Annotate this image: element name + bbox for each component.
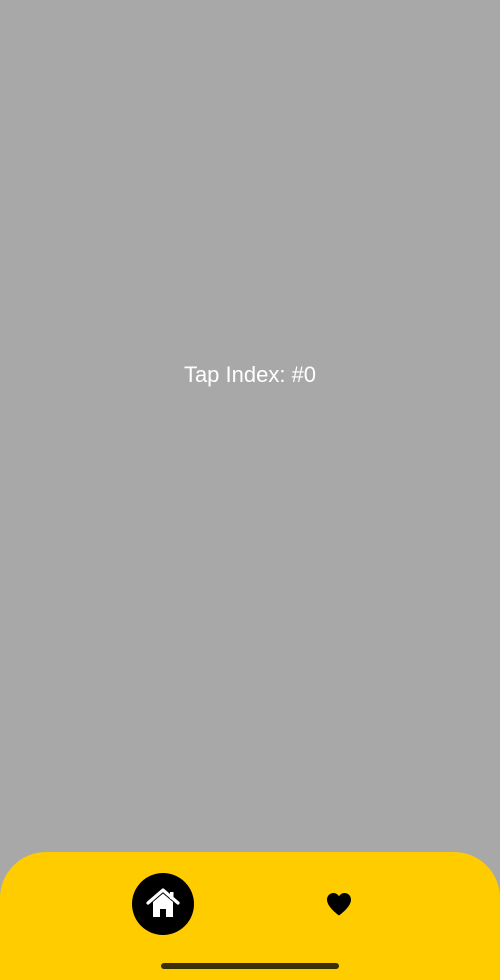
heart-icon: [327, 893, 351, 916]
home-icon: [146, 888, 180, 917]
tab-home[interactable]: [132, 873, 194, 935]
home-indicator: [161, 963, 339, 969]
app-screen: Tap Index: #0: [0, 0, 500, 980]
bottom-navigation-bar: [0, 852, 500, 980]
tap-index-label: Tap Index: #0: [183, 362, 317, 387]
tab-favorite[interactable]: [314, 882, 364, 926]
